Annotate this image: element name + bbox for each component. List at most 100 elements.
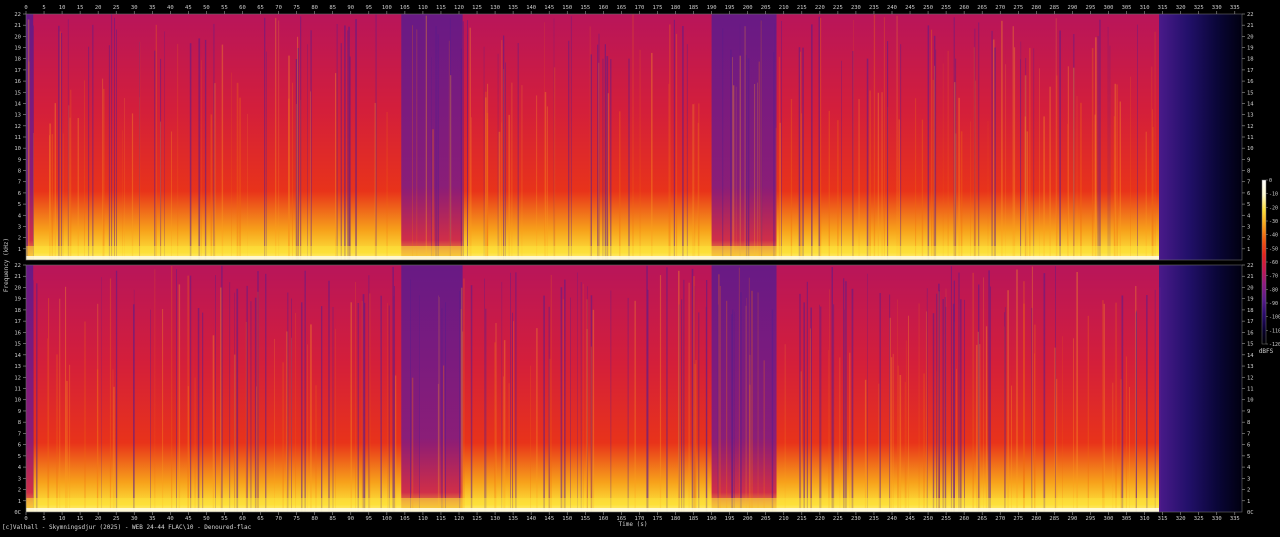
spectral-streak (164, 31, 165, 260)
y-tick-label: 8 (1247, 169, 1250, 175)
spectral-streak (255, 298, 257, 512)
spectral-streak (751, 291, 752, 512)
spectral-streak (726, 301, 727, 512)
spectral-streak (450, 75, 451, 260)
spectral-streak (898, 366, 899, 512)
x-tick-label: 155 (580, 5, 590, 11)
spectral-streak (1099, 20, 1100, 260)
y-tick-label: 19 (14, 46, 21, 52)
spectral-streak (754, 84, 755, 260)
spectral-streak (746, 55, 747, 260)
spectral-streak (1152, 67, 1153, 260)
spectral-streak (513, 321, 514, 512)
spectral-streak (606, 56, 608, 260)
spectral-streak (310, 324, 312, 512)
spectrogram-fadeout (1159, 265, 1242, 512)
spectral-streak (1080, 103, 1082, 260)
spectral-streak (344, 25, 346, 260)
spectral-streak (179, 284, 181, 512)
x-tick-label: 0 (24, 516, 27, 522)
spectral-streak (1034, 354, 1035, 513)
spectral-streak (66, 381, 68, 512)
spectral-streak (583, 284, 584, 512)
x-tick-label: 25 (113, 516, 120, 522)
spectral-streak (1073, 338, 1074, 512)
y-tick-label: 20 (14, 34, 21, 40)
spectral-streak (859, 99, 860, 260)
spectral-streak (988, 270, 990, 512)
y-tick-label: 14 (14, 353, 21, 359)
spectral-streak (461, 288, 462, 512)
spectral-streak (504, 340, 506, 512)
x-tick-label: 320 (1176, 5, 1186, 11)
spectral-streak (578, 273, 579, 513)
spectral-streak (102, 79, 103, 260)
spectral-streak (162, 309, 163, 512)
spectral-streak (355, 19, 357, 260)
x-tick-label: 205 (761, 5, 771, 11)
x-tick-label: 15 (77, 516, 84, 522)
spectral-streak (869, 91, 871, 261)
spectral-streak (958, 273, 959, 512)
spectral-streak (820, 307, 821, 512)
spectral-streak (351, 302, 353, 512)
spectral-streak (732, 57, 733, 260)
spectral-streak (689, 283, 690, 512)
spectral-streak (510, 273, 511, 512)
x-tick-label: 240 (887, 5, 897, 11)
spectral-streak (563, 299, 564, 512)
spectral-streak (867, 274, 868, 512)
y-tick-label: 8 (18, 169, 21, 175)
spectral-streak (1068, 66, 1069, 260)
y-tick-label: 6 (18, 443, 21, 449)
spectral-streak (955, 59, 956, 260)
y-tick-label: 15 (14, 90, 21, 96)
spectral-streak (1005, 64, 1006, 260)
y-tick-label: 13 (1247, 364, 1254, 370)
y-tick-label: 13 (1247, 113, 1254, 119)
x-tick-label: 50 (203, 516, 210, 522)
spectral-streak (761, 19, 762, 260)
spectral-streak (933, 80, 934, 260)
spectral-streak (1076, 272, 1078, 512)
spectral-streak (1073, 68, 1074, 260)
spectral-streak (214, 24, 215, 260)
spectral-streak (171, 266, 172, 512)
spectral-streak (443, 366, 444, 513)
spectral-streak (880, 293, 881, 512)
spectral-streak (801, 371, 802, 512)
x-tick-label: 155 (580, 516, 590, 522)
y-tick-label: 9 (1247, 157, 1250, 163)
x-tick-label: 195 (725, 5, 735, 11)
spectral-streak (33, 133, 34, 260)
y-tick-label: 1 (18, 247, 21, 253)
spectral-streak (291, 299, 292, 513)
x-tick-label: 85 (329, 5, 336, 11)
x-tick-label: 210 (779, 5, 789, 11)
spectral-streak (52, 134, 54, 260)
spectral-streak (647, 290, 648, 512)
spectral-streak (111, 14, 112, 260)
spectral-streak (419, 295, 420, 512)
x-tick-label: 55 (221, 5, 228, 11)
x-tick-label: 40 (167, 516, 174, 522)
spectral-streak (748, 58, 750, 260)
spectral-streak (215, 275, 216, 512)
x-tick-label: 60 (239, 5, 246, 11)
x-tick-label: 265 (977, 5, 987, 11)
spectral-streak (438, 34, 439, 260)
spectral-streak (849, 353, 850, 512)
spectral-streak (295, 313, 296, 512)
spectral-streak (964, 300, 965, 512)
spectral-streak (155, 269, 156, 512)
x-tick-label: 45 (185, 516, 192, 522)
spectral-streak (26, 24, 28, 260)
spectral-streak (310, 91, 311, 260)
spectral-streak (958, 98, 960, 260)
spectrogram-window: 1122334455667788991010111112121313141415… (0, 0, 1280, 533)
spectral-streak (953, 304, 955, 512)
spectral-streak (919, 303, 920, 512)
spectral-streak (358, 303, 359, 512)
x-tick-label: 185 (689, 516, 699, 522)
spectral-streak (445, 302, 446, 512)
